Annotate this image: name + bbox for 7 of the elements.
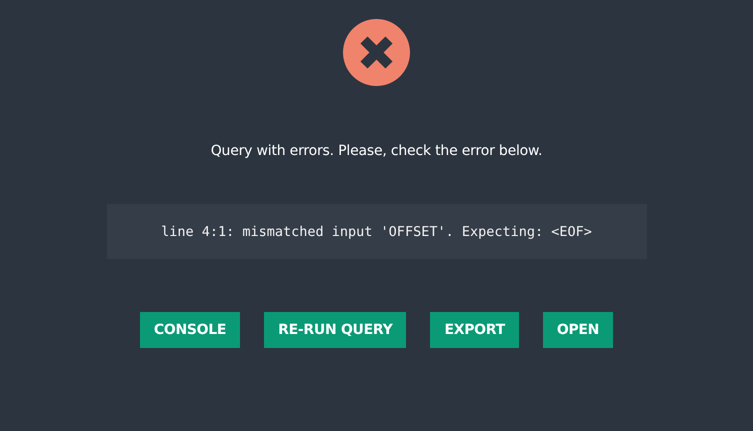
action-button[interactable]: CONSOLE: [140, 312, 240, 348]
action-button[interactable]: OPEN: [542, 312, 614, 348]
action-button[interactable]: EXPORT: [430, 312, 519, 348]
action-button[interactable]: RE-RUN QUERY: [264, 312, 406, 348]
error-message: Query with errors. Please, check the error below.: [210, 143, 542, 159]
error-icon: [343, 19, 410, 86]
error-details: line 4:1: mismatched input 'OFFSET'. Expecting: <EOF>: [106, 204, 646, 259]
